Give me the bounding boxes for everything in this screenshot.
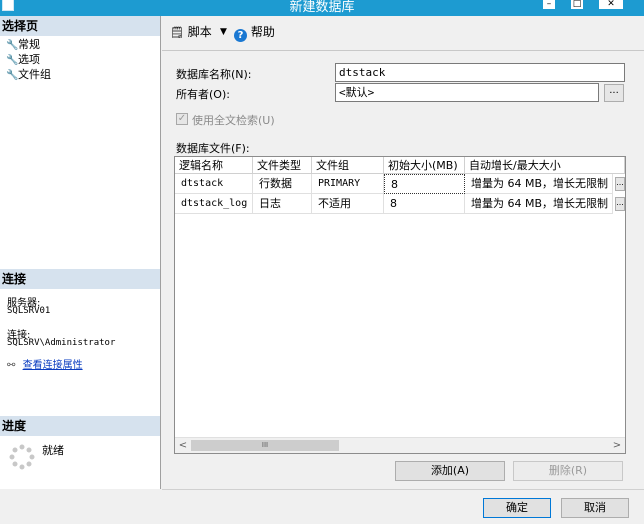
page-item-options[interactable]: 🔧选项 [6,53,40,67]
db-name-input[interactable]: dtstack [335,63,625,82]
help-label: 帮助 [250,25,275,39]
left-panel: 选择页 🔧常规 🔧选项 🔧文件组 连接 服务器: SQLSRV01 连接: SQ… [0,16,161,489]
help-button[interactable]: ? 帮助 [234,24,275,42]
page-item-filegroups[interactable]: 🔧文件组 [6,68,51,82]
autogrowth-browse-button[interactable]: ... [615,177,625,191]
autogrowth-browse-button[interactable]: ... [615,197,625,211]
scroll-right-icon[interactable]: > [609,438,625,453]
ok-button[interactable]: 确定 [483,498,551,518]
owner-browse-button[interactable]: ... [604,84,624,102]
db-files-grid[interactable]: 逻辑名称 文件类型 文件组 初始大小(MB) 自动增长/最大大小 dtstack… [174,156,626,454]
page-item-label: 文件组 [18,68,51,81]
script-icon: 🗒 [170,26,184,39]
wrench-icon: 🔧 [6,40,19,51]
horizontal-scrollbar[interactable]: < III > [175,437,625,453]
table-cell[interactable]: 8 [384,174,465,194]
help-icon: ? [234,29,247,42]
wrench-icon: 🔧 [6,55,19,66]
column-header[interactable]: 自动增长/最大大小 [465,157,625,174]
fulltext-checkbox[interactable]: ✓ [176,113,188,125]
close-icon[interactable]: ✕ [598,0,624,10]
footer-separator [162,489,644,490]
select-page-header: 选择页 [0,16,160,36]
script-dropdown-icon[interactable]: ▼ [220,24,227,40]
progress-status: 就绪 [42,444,64,457]
owner-input[interactable]: <默认> [335,83,599,102]
column-header[interactable]: 初始大小(MB) [384,157,465,174]
table-cell[interactable]: 行数据 [253,174,312,194]
table-cell[interactable]: 增量为 64 MB，增长无限制 [465,194,613,214]
page-item-general[interactable]: 🔧常规 [6,38,40,52]
view-connection-properties[interactable]: ⚯ 查看连接属性 [7,356,83,371]
scroll-thumb[interactable]: III [191,440,339,451]
toolbar-separator [162,50,644,51]
maximize-icon[interactable]: □ [570,0,584,10]
title-bar: 新建数据库 – □ ✕ [0,0,644,16]
right-panel: 🗒 脚本 ▼ ? 帮助 数据库名称(N): dtstack 所有者(O): <默… [162,16,644,489]
db-name-label: 数据库名称(N): [176,68,252,81]
scroll-left-icon[interactable]: < [175,438,191,453]
table-cell[interactable]: dtstack_log [175,194,253,214]
remove-button[interactable]: 删除(R) [513,461,623,481]
wrench-icon: 🔧 [6,70,19,81]
table-cell[interactable]: 8 [384,194,465,214]
column-header[interactable]: 逻辑名称 [175,157,253,174]
table-cell[interactable]: dtstack [175,174,253,194]
connection-header: 连接 [0,269,160,289]
connection-properties-icon: ⚯ [7,360,16,371]
table-cell[interactable]: 不适用 [312,194,384,214]
script-label: 脚本 [187,25,212,39]
page-item-label: 选项 [18,53,40,66]
column-header[interactable]: 文件组 [312,157,384,174]
cancel-button[interactable]: 取消 [561,498,629,518]
server-value: SQLSRV01 [7,306,51,316]
table-cell[interactable]: 增量为 64 MB，增长无限制 [465,174,613,194]
column-header[interactable]: 文件类型 [253,157,312,174]
fulltext-label: 使用全文检索(U) [192,114,275,127]
add-button[interactable]: 添加(A) [395,461,505,481]
owner-label: 所有者(O): [176,88,230,101]
progress-spinner-icon [8,443,36,471]
connection-value: SQLSRV\Administrator [7,338,116,348]
table-cell[interactable]: PRIMARY [312,174,384,194]
minimize-icon[interactable]: – [542,0,556,10]
script-button[interactable]: 🗒 脚本 [170,24,212,41]
view-props-link[interactable]: 查看连接属性 [23,360,83,371]
db-files-label: 数据库文件(F): [176,142,250,155]
table-cell[interactable]: 日志 [253,194,312,214]
page-item-label: 常规 [18,38,40,51]
progress-header: 进度 [0,416,160,436]
